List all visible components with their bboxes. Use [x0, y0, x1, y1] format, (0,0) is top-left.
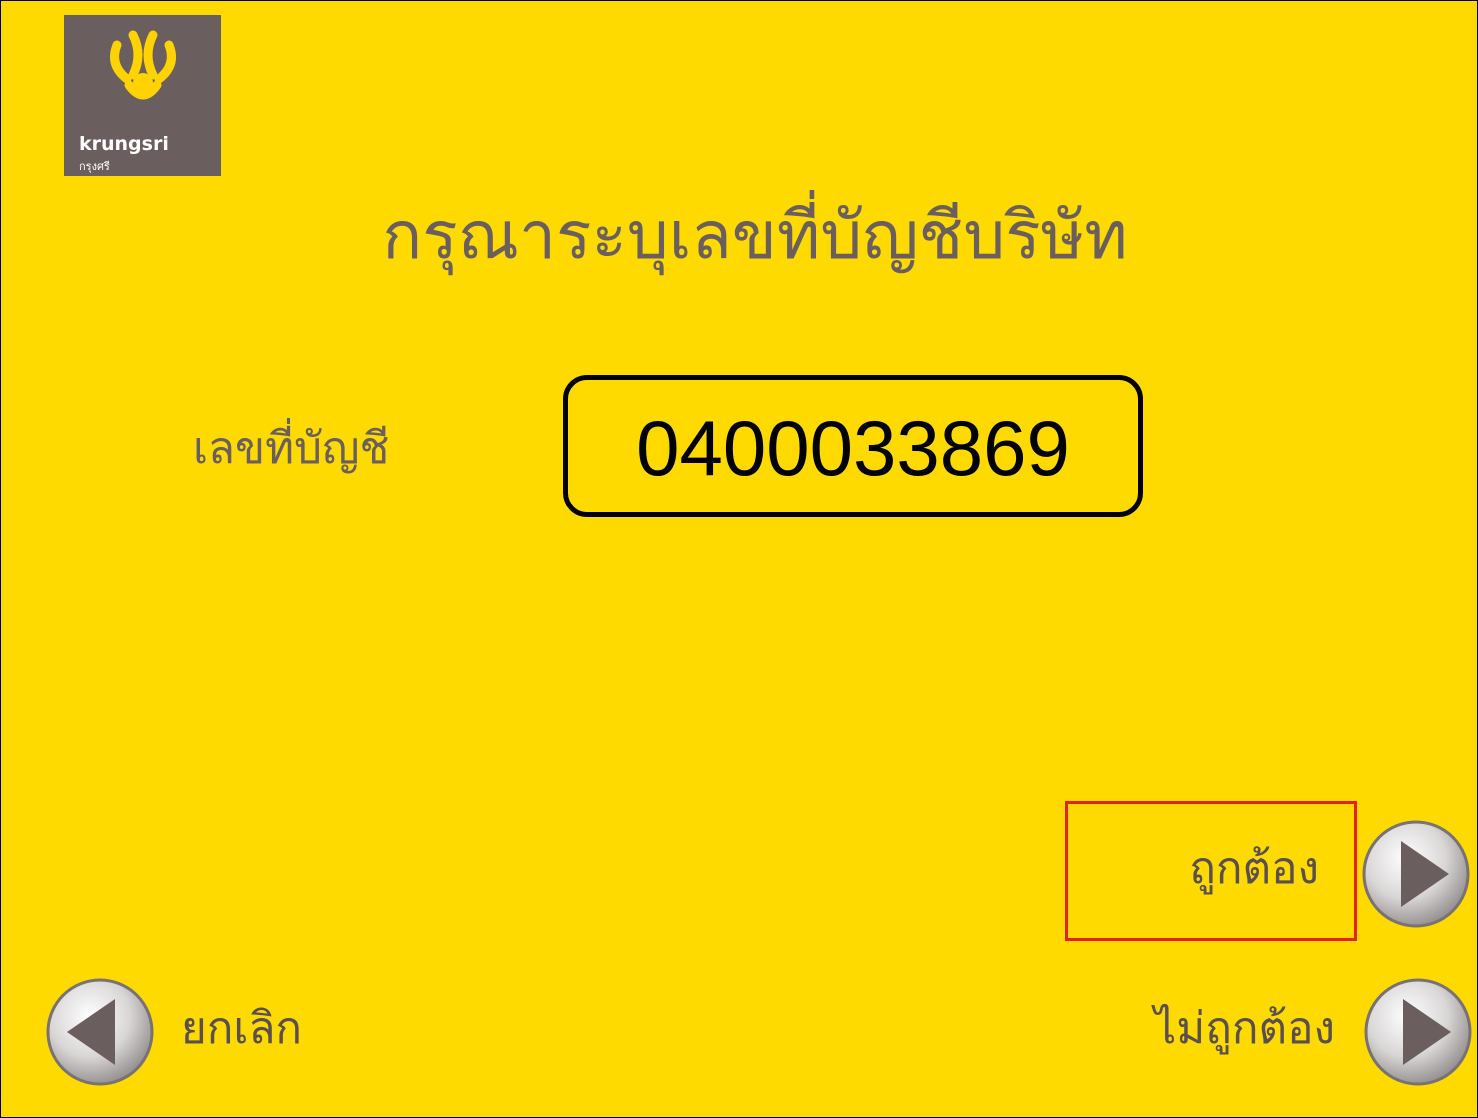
correct-option-label[interactable]: ถูกต้อง: [1189, 839, 1319, 899]
cancel-button[interactable]: [45, 977, 155, 1087]
cancel-option-label[interactable]: ยกเลิก: [181, 999, 302, 1059]
correct-button[interactable]: [1361, 819, 1471, 929]
incorrect-button[interactable]: [1363, 977, 1473, 1087]
account-number-value: 0400033869: [636, 404, 1070, 492]
atm-screen: krungsri กรุงศรี กรุณาระบุเลขที่บัญชีบริ…: [0, 0, 1478, 1118]
account-number-label: เลขที่บัญชี: [193, 423, 390, 474]
right-arrow-icon: [1364, 978, 1472, 1086]
account-number-display: 0400033869: [563, 375, 1143, 517]
incorrect-option-label[interactable]: ไม่ถูกต้อง: [1154, 999, 1335, 1059]
page-title: กรุณาระบุเลขที่บัญชีบริษัท: [382, 197, 1128, 274]
right-arrow-icon: [1362, 820, 1470, 928]
logo-wordmark-thai: กรุงศรี: [79, 160, 110, 173]
left-arrow-icon: [46, 978, 154, 1086]
krungsri-emblem-icon: [110, 30, 176, 100]
krungsri-logo: krungsri กรุงศรี: [64, 15, 221, 176]
logo-wordmark: krungsri: [79, 133, 169, 155]
